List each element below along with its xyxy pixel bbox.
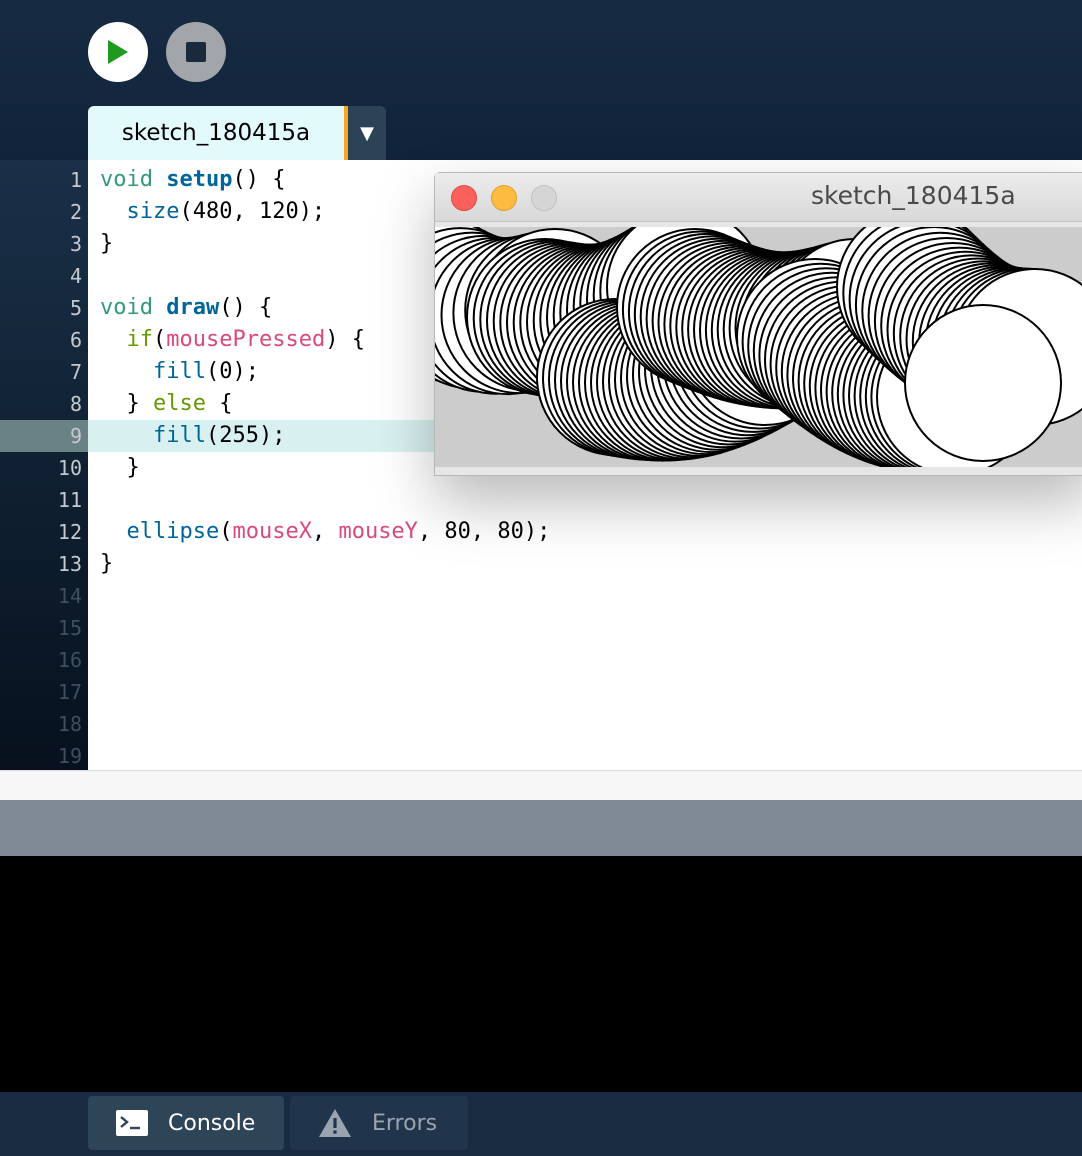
stop-icon xyxy=(186,42,206,62)
line-number: 18 xyxy=(57,712,82,736)
line-number: 19 xyxy=(57,744,82,768)
tab-label: sketch_180415a xyxy=(121,120,311,146)
line-number: 12 xyxy=(57,520,82,544)
line-numbers: 1 2 3 4 5 6 7 8 9 10 11 12 13 14 15 16 17 18 19 xyxy=(0,160,88,770)
line-number: 11 xyxy=(57,488,82,512)
zoom-window-button[interactable] xyxy=(531,185,557,211)
code-token: void xyxy=(100,167,167,192)
tab-console-label: Console xyxy=(168,1110,256,1136)
code-token: ( xyxy=(153,327,167,352)
code-token: mouseX xyxy=(232,519,312,544)
line-number: 1 xyxy=(69,168,82,192)
line-number: 16 xyxy=(57,648,82,672)
window-titlebar[interactable]: sketch_180415a xyxy=(435,173,1082,222)
line-number: 14 xyxy=(57,584,82,608)
line-number: 15 xyxy=(57,616,82,640)
code-token: ellipse xyxy=(126,519,220,544)
tab-errors-label: Errors xyxy=(372,1110,438,1136)
play-icon xyxy=(108,40,128,64)
window-title: sketch_180415a xyxy=(811,181,1016,210)
code-line: ellipse(mouseX, mouseY, 80, 80); xyxy=(88,516,1082,548)
line-number: 17 xyxy=(57,680,82,704)
code-token: (255); xyxy=(205,423,286,448)
code-token: if xyxy=(126,327,154,352)
code-token: mousePressed xyxy=(166,327,326,352)
run-button[interactable] xyxy=(88,22,148,82)
code-token: void xyxy=(100,295,167,320)
line-number: 9 xyxy=(69,424,82,448)
close-window-button[interactable] xyxy=(451,185,477,211)
message-bar xyxy=(0,800,1082,856)
code-token: { xyxy=(205,391,233,416)
editor-status-strip xyxy=(0,770,1082,801)
code-token: ( xyxy=(219,519,233,544)
code-token: (0); xyxy=(205,359,259,384)
warning-icon xyxy=(318,1108,352,1138)
sketch-canvas[interactable] xyxy=(435,227,1082,467)
sketch-drawing xyxy=(435,227,1082,467)
sketch-window[interactable]: sketch_180415a xyxy=(434,172,1082,476)
line-number: 10 xyxy=(57,456,82,480)
code-token: mouseY xyxy=(338,519,418,544)
chevron-down-icon: ▼ xyxy=(360,122,374,144)
code-token: , 80, 80); xyxy=(417,519,551,544)
line-number: 7 xyxy=(69,360,82,384)
line-number: 6 xyxy=(69,328,82,352)
code-token: else xyxy=(152,391,206,416)
code-token: } xyxy=(100,551,114,576)
tab-console[interactable]: Console xyxy=(88,1096,284,1150)
tab-menu-button[interactable]: ▼ xyxy=(348,106,386,160)
line-number: 8 xyxy=(69,392,82,416)
code-token: () { xyxy=(232,167,286,192)
code-token: (480, 120); xyxy=(179,199,326,224)
code-token: () { xyxy=(219,295,273,320)
code-token: size xyxy=(126,199,180,224)
line-number: 4 xyxy=(69,264,82,288)
code-token: fill xyxy=(152,359,206,384)
tab-errors[interactable]: Errors xyxy=(290,1096,468,1150)
code-token: ) { xyxy=(325,327,365,352)
console-output[interactable] xyxy=(0,856,1082,1092)
code-token: draw xyxy=(166,295,220,320)
line-number: 5 xyxy=(69,296,82,320)
code-token: , xyxy=(311,519,339,544)
stop-button[interactable] xyxy=(166,22,226,82)
line-number: 13 xyxy=(57,552,82,576)
line-number: 3 xyxy=(69,232,82,256)
terminal-icon xyxy=(116,1110,148,1136)
minimize-window-button[interactable] xyxy=(491,185,517,211)
code-token: } xyxy=(100,455,140,480)
tab-sketch[interactable]: sketch_180415a xyxy=(88,106,344,160)
code-token: } xyxy=(100,231,114,256)
code-token: setup xyxy=(166,167,233,192)
trail-ellipse xyxy=(904,304,1062,462)
code-token: } xyxy=(100,391,153,416)
line-number: 2 xyxy=(69,200,82,224)
code-token: fill xyxy=(152,423,206,448)
code-line: } xyxy=(88,548,1082,580)
